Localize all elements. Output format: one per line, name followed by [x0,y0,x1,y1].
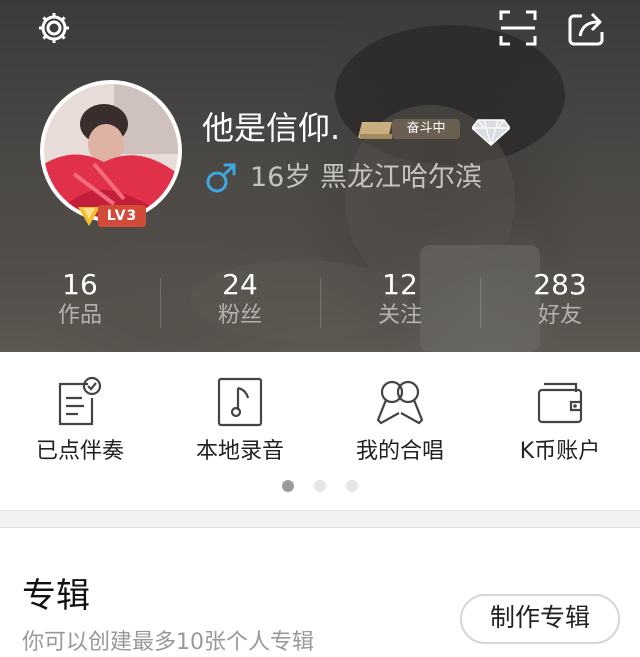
quick-action-k-coin[interactable]: K币账户 [480,374,640,466]
stat-value: 16 [62,268,98,301]
stat-label: 作品 [57,303,102,328]
age-location: 16岁 黑龙江哈尔滨 [250,162,482,193]
make-album-button[interactable]: 制作专辑 [460,594,620,644]
pager-dot[interactable] [314,480,326,492]
checked-list-icon [58,376,102,426]
profile-header: LV3 他是信仰. 奋斗中 16岁 黑龙江哈尔滨 16 作品 24 粉丝 12 … [0,0,640,352]
quick-action-duet[interactable]: 我的合唱 [320,374,480,466]
male-icon [205,162,237,194]
stat-value: 283 [533,268,587,301]
album-section-subtitle: 你可以创建最多10张个人专辑 [22,630,314,655]
status-badge-label: 奋斗中 [392,119,460,139]
stat-following[interactable]: 12 关注 [320,268,480,332]
gear-icon[interactable] [34,8,74,48]
album-section-title: 专辑 [22,576,90,616]
stat-friends[interactable]: 283 好友 [480,268,640,332]
avatar[interactable] [40,80,182,222]
stat-fans[interactable]: 24 粉丝 [160,268,320,332]
quick-action-label: K币账户 [519,439,601,464]
duet-mic-icon [376,380,424,425]
stat-value: 12 [382,268,418,301]
pager-dot-active[interactable] [282,480,294,492]
avatar-image [44,84,178,218]
stat-value: 24 [222,268,258,301]
stat-label: 粉丝 [217,303,262,328]
divider [160,278,161,328]
pager-dot[interactable] [346,480,358,492]
share-icon[interactable] [566,8,606,48]
divider [480,278,481,328]
divider [320,278,321,328]
stat-label: 好友 [537,303,582,328]
quick-action-label: 已点伴奏 [35,439,124,464]
quick-action-label: 本地录音 [195,439,284,464]
quick-action-accompaniment[interactable]: 已点伴奏 [0,374,160,466]
quick-action-local-recording[interactable]: 本地录音 [160,374,320,466]
diamond-icon[interactable] [470,118,512,147]
quick-action-label: 我的合唱 [355,439,444,464]
stat-works[interactable]: 16 作品 [0,268,160,332]
nickname: 他是信仰. [202,109,341,147]
section-divider [0,510,640,528]
level-badge: LV3 [76,205,148,227]
stat-label: 关注 [377,303,422,328]
wallet-icon [537,382,583,424]
music-note-icon [217,377,263,427]
status-badge: 奋斗中 [358,116,462,142]
scan-icon[interactable] [498,8,538,48]
level-label: LV3 [98,205,146,227]
